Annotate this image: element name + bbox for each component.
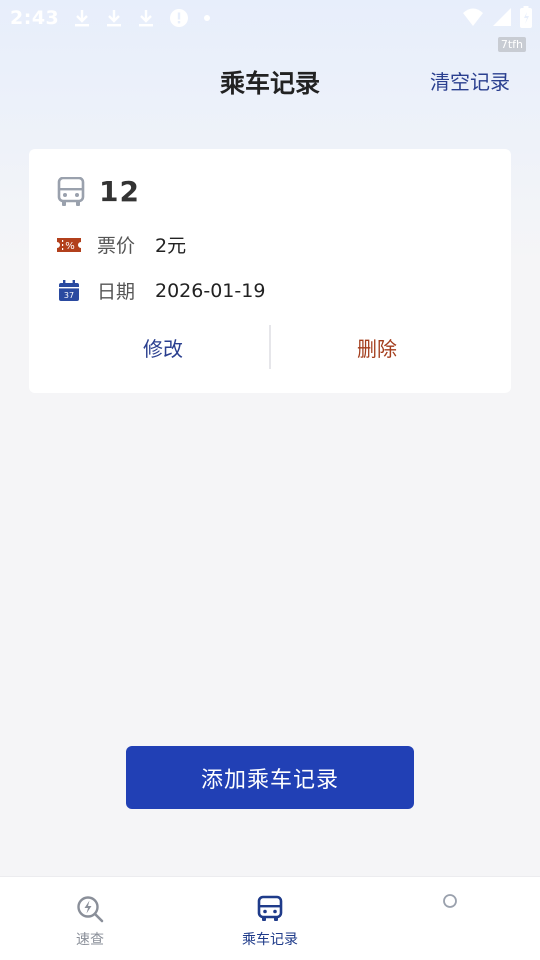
nav-label-quick-search: 速查 [76,932,104,948]
system-icons [462,6,532,28]
status-time: 2:43 [10,7,60,29]
nav-item-quick-search[interactable]: 速查 [0,877,180,960]
date-label: 日期 [97,281,136,303]
download-icon [139,10,154,27]
ticket-icon: % [57,237,81,252]
add-ride-record-button[interactable]: 添加乘车记录 [126,746,414,809]
dot-icon [204,15,211,21]
route-number: 12 [99,175,140,208]
fare-row: % 票价 2元 [57,231,186,258]
bottom-navigation: 速查 乘车记录 [0,876,540,960]
nav-item-other[interactable] [360,877,540,960]
bus-icon [257,895,283,921]
alert-icon [170,9,189,27]
download-icon [75,10,90,27]
signal-icon [493,8,511,26]
nav-label-ride-records: 乘车记录 [242,932,298,948]
nav-item-ride-records[interactable]: 乘车记录 [180,877,360,960]
date-row: 37 日期 2026-01-19 [57,277,265,304]
status-bar: 2:43 [0,0,540,36]
clear-records-button[interactable]: 清空记录 [430,66,510,95]
fare-label: 票价 [97,235,136,257]
svg-text:%: % [65,241,75,252]
notification-icons [73,8,211,28]
bus-icon [57,176,85,206]
ride-record-card: 12 % 票价 2元 37 日期 2026-01-19 修改 删除 [29,149,511,393]
date-value: 2026-01-19 [155,279,266,302]
edit-button[interactable]: 修改 [63,325,263,369]
fare-value: 2元 [155,235,187,257]
download-icon [107,10,122,27]
app-header: 乘车记录 清空记录 [0,56,540,104]
delete-button[interactable]: 删除 [277,325,477,369]
svg-text:37: 37 [64,291,74,300]
route-row: 12 [57,175,140,208]
circle-icon [443,894,457,908]
action-divider [269,325,271,369]
wifi-icon [463,8,483,26]
watermark-badge: 7tfh [497,37,526,52]
battery-icon [520,6,532,28]
quick-search-icon [77,896,104,923]
calendar-icon: 37 [59,279,79,301]
